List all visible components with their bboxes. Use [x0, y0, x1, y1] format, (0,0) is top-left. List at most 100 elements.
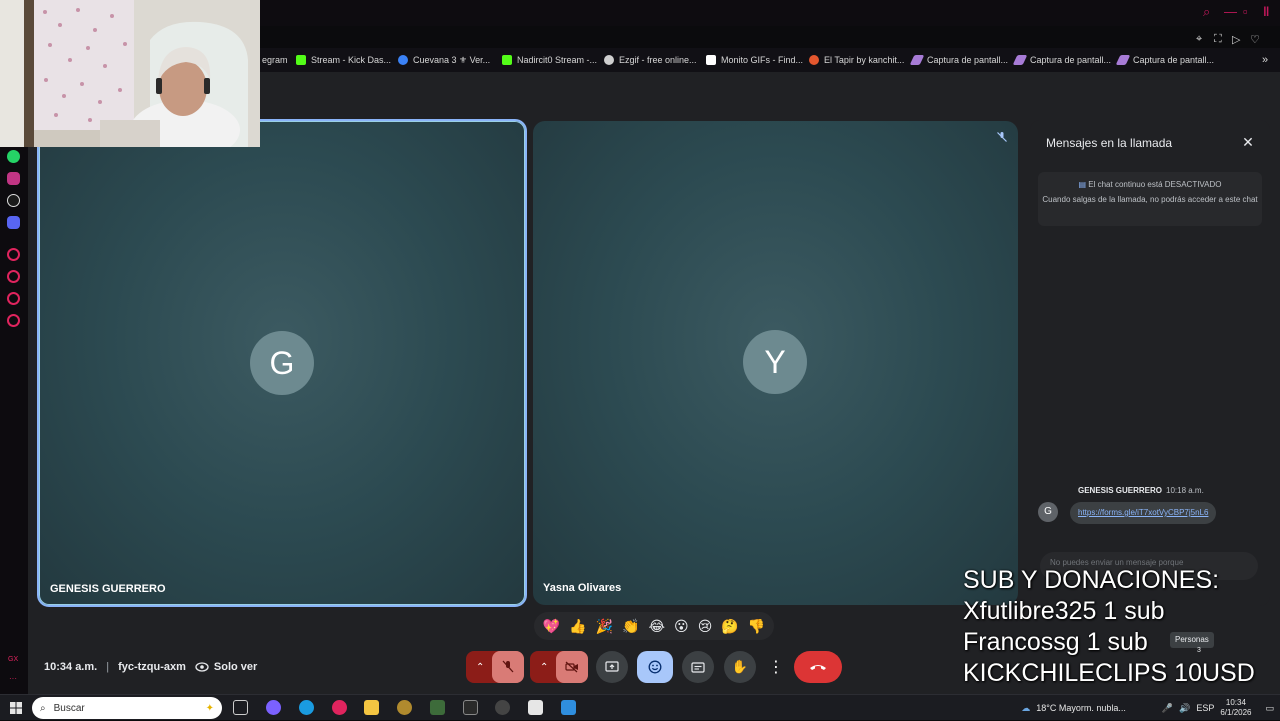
participant-tile[interactable]: Y Yasna Olivares: [533, 121, 1018, 605]
leave-call-button[interactable]: [794, 651, 842, 683]
volume-icon[interactable]: 🔊: [1179, 703, 1190, 714]
chat-bubble-icon: ▤: [1078, 180, 1087, 189]
view-mode[interactable]: Solo ver: [195, 661, 257, 673]
captions-button[interactable]: [682, 651, 714, 683]
minimize-icon[interactable]: —: [1224, 5, 1237, 19]
participant-tile[interactable]: G GENESIS GUERRERO: [37, 119, 527, 607]
settings-icon[interactable]: [7, 314, 20, 327]
bookmark-item[interactable]: egram: [262, 52, 288, 68]
ezgif-icon: [604, 55, 614, 65]
message-link[interactable]: https://forms.gle/iT7xotVyCBP7j5nL6: [1070, 502, 1217, 524]
chat-title: Mensajes en la llamada: [1046, 136, 1173, 150]
taskbar-search[interactable]: ⌕ Buscar ✦: [32, 697, 222, 719]
close-window-icon[interactable]: ‖: [1263, 5, 1269, 19]
more-vertical-icon: ⋮: [768, 659, 784, 676]
bookmark-item[interactable]: Captura de pantall...: [1115, 52, 1214, 68]
meeting-code: fyc-tzqu-axm: [118, 661, 186, 673]
bookmark-item[interactable]: Ezgif - free online...: [604, 52, 697, 68]
reaction-laugh[interactable]: 😂: [649, 618, 665, 635]
discord-icon[interactable]: [7, 216, 20, 229]
history-icon[interactable]: [7, 270, 20, 283]
message-author: GENESIS GUERRERO 10:18 a.m.: [1078, 486, 1204, 495]
reaction-heart[interactable]: 💖: [543, 618, 560, 635]
meeting-time: 10:34 a.m.: [44, 661, 98, 673]
app-icon[interactable]: [430, 700, 445, 715]
lang-indicator[interactable]: ESP: [1196, 703, 1214, 713]
whatsapp-icon[interactable]: [7, 150, 20, 163]
present-button[interactable]: [596, 651, 628, 683]
snapshot-icon[interactable]: ⛶: [1214, 33, 1222, 46]
search-icon[interactable]: ⌕: [1203, 5, 1210, 19]
reactions-button[interactable]: [637, 651, 673, 683]
task-view-icon[interactable]: [233, 700, 248, 715]
sparkle-icon: ✦: [205, 702, 214, 714]
epic-games-icon[interactable]: [463, 700, 478, 715]
webcam-image: [0, 0, 260, 147]
bookmark-item[interactable]: Monito GIFs - Find...: [706, 52, 803, 68]
copilot-icon[interactable]: [266, 700, 281, 715]
participant-name: Yasna Olivares: [543, 582, 622, 594]
overlay-line: Xfutlibre325 1 sub: [963, 597, 1165, 625]
app-icon[interactable]: [397, 700, 412, 715]
maximize-icon[interactable]: ▫: [1243, 5, 1248, 19]
bookmark-item[interactable]: Stream - Kick Das...: [296, 52, 391, 68]
feather-icon: [909, 55, 925, 65]
pin-icon[interactable]: ⌖: [1196, 33, 1202, 46]
instagram-icon[interactable]: [7, 172, 20, 185]
opera-gx-icon[interactable]: [332, 700, 347, 715]
message-time: 10:18 a.m.: [1166, 486, 1204, 495]
bookmark-item[interactable]: El Tapir by kanchit...: [809, 52, 904, 68]
reaction-thinking[interactable]: 🤔: [721, 618, 738, 635]
file-explorer-icon[interactable]: [364, 700, 379, 715]
chevron-up-icon: ⌃: [540, 661, 549, 673]
heart-icon[interactable]: ♡: [1250, 33, 1260, 46]
edge-icon[interactable]: [299, 700, 314, 715]
avatar: G: [250, 331, 314, 395]
obs-icon[interactable]: [495, 700, 510, 715]
bookmark-item[interactable]: Captura de pantall...: [1012, 52, 1111, 68]
people-count-badge: 3: [1197, 647, 1201, 654]
flow-icon[interactable]: [7, 292, 20, 305]
mic-icon[interactable]: 🎤: [1162, 703, 1173, 714]
more-options-button[interactable]: ⋮: [766, 651, 786, 683]
play-icon[interactable]: ▷: [1232, 33, 1240, 46]
gx-icon: GX: [8, 656, 19, 663]
reaction-party[interactable]: 🎉: [596, 618, 613, 635]
search-icon: ⌕: [40, 702, 46, 714]
browser-sidebar: GX ···: [0, 146, 28, 694]
more-dots-icon[interactable]: ···: [9, 674, 17, 683]
chevron-up-icon: ⌃: [476, 661, 485, 673]
weather-text[interactable]: 18°C Mayorm. nubla...: [1036, 703, 1126, 713]
store-icon[interactable]: [528, 700, 543, 715]
camera-toggle-button[interactable]: ⌃: [530, 651, 588, 683]
bookmark-item[interactable]: Captura de pantall...: [909, 52, 1008, 68]
present-icon: [605, 661, 619, 672]
close-icon[interactable]: ✕: [1240, 134, 1256, 150]
notifications-icon[interactable]: ▭: [1265, 703, 1274, 714]
reaction-clap[interactable]: 👏: [622, 618, 639, 635]
player-icon[interactable]: [7, 248, 20, 261]
hang-up-icon: [810, 665, 826, 670]
reaction-sad[interactable]: 😢: [698, 618, 713, 635]
clock[interactable]: 10:34 6/1/2026: [1220, 698, 1251, 718]
tiktok-icon[interactable]: [7, 194, 20, 207]
stream-overlay: SUB Y DONACIONES: Xfutlibre325 1 sub Fra…: [963, 565, 1255, 689]
bookmarks-more-icon[interactable]: »: [1262, 52, 1268, 68]
app-icon[interactable]: [561, 700, 576, 715]
chat-notice: ▤ El chat continuo está DESACTIVADO Cuan…: [1038, 172, 1262, 226]
reaction-thumbs-down[interactable]: 👎: [748, 618, 765, 635]
raise-hand-button[interactable]: ✋: [724, 651, 756, 683]
overlay-line: KICKCHILECLIPS 10USD: [963, 659, 1255, 687]
meeting-info: 10:34 a.m. | fyc-tzqu-axm Solo ver: [44, 660, 257, 674]
captions-icon: [691, 661, 705, 673]
eye-icon: [195, 662, 209, 672]
cuevana-icon: [398, 55, 408, 65]
mic-toggle-button[interactable]: ⌃: [466, 651, 524, 683]
camera-off-icon: [556, 651, 588, 683]
windows-taskbar: ⌕ Buscar ✦ ☁ 18°C Mayorm. nubla... 🎤 🔊 E…: [0, 694, 1280, 720]
reaction-surprised[interactable]: 😮: [674, 618, 689, 635]
bookmark-item[interactable]: Cuevana 3 ⚜ Ver...: [398, 52, 490, 68]
windows-start-icon[interactable]: [10, 702, 22, 714]
bookmark-item[interactable]: Nadircit0 Stream -...: [502, 52, 597, 68]
reaction-thumbs-up[interactable]: 👍: [569, 618, 586, 635]
